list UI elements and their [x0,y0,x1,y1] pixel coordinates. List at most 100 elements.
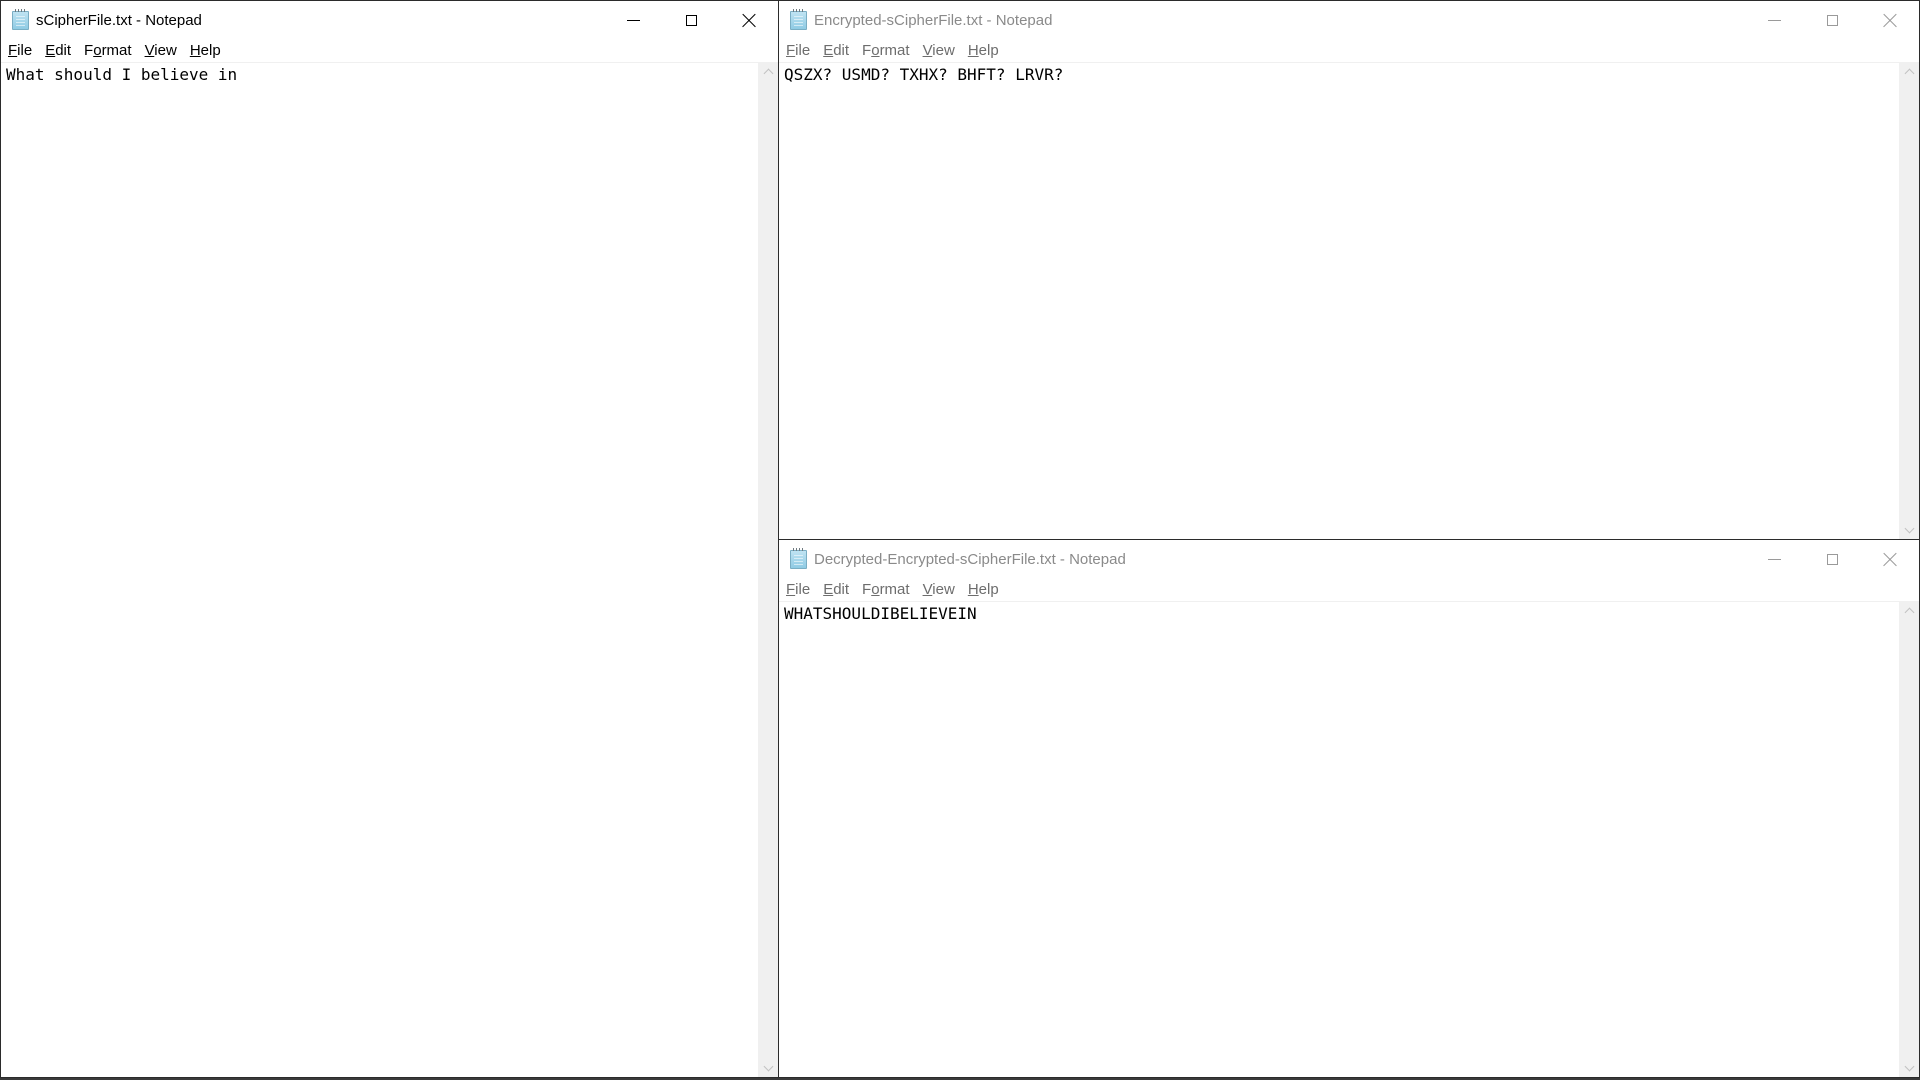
menu-format[interactable]: Format [84,42,132,59]
text-editor[interactable]: WHATSHOULDIBELIEVEIN [779,602,1919,1077]
menu-label: ile [795,42,811,59]
menu-file[interactable]: File [8,42,32,59]
menu-mnemonic: E [45,42,56,59]
minimize-button[interactable] [1745,540,1803,578]
menu-label: F [862,42,872,59]
minimize-button[interactable] [1745,1,1803,39]
menu-file[interactable]: File [786,581,810,598]
notepad-window-encrypted[interactable]: Encrypted-sCipherFile.txt - Notepad File… [778,0,1920,541]
menu-file[interactable]: File [786,42,810,59]
menu-mnemonic: o [871,42,880,59]
close-icon [1883,13,1897,27]
title-bar[interactable]: Decrypted-Encrypted-sCipherFile.txt - No… [779,540,1919,578]
close-button[interactable] [1861,540,1919,578]
scroll-down-button[interactable] [1899,522,1919,539]
menu-label: iew [154,42,177,59]
menu-label: rmat [879,581,910,598]
close-button[interactable] [1861,1,1919,39]
text-editor[interactable]: What should I believe in [1,63,778,1077]
menu-view[interactable]: View [923,581,955,598]
maximize-icon [1826,553,1838,565]
menu-view[interactable]: View [145,42,177,59]
menu-mnemonic: H [967,42,979,59]
maximize-button[interactable] [662,1,720,39]
menu-label: ile [17,42,33,59]
minimize-icon [626,19,640,21]
minimize-icon [1767,19,1781,21]
editor-content[interactable]: WHATSHOULDIBELIEVEIN [784,604,1895,624]
scroll-up-button[interactable] [758,63,778,80]
menu-label: ile [795,581,811,598]
vertical-scrollbar[interactable] [758,63,778,1077]
chevron-up-icon [1904,607,1914,618]
scroll-up-button[interactable] [1899,63,1919,80]
menu-mnemonic: F [786,581,796,598]
close-icon [1883,552,1897,566]
menu-label: rmat [101,42,132,59]
menu-bar: File Edit Format View Help [1,39,778,63]
chevron-up-icon [763,68,773,79]
menu-help[interactable]: Help [968,42,999,59]
close-icon [742,13,756,27]
menu-label: elp [200,42,221,59]
menu-edit[interactable]: Edit [823,42,849,59]
scroll-down-button[interactable] [758,1060,778,1077]
menu-label: iew [932,581,955,598]
notepad-window-original[interactable]: sCipherFile.txt - Notepad File Edit Form… [0,0,779,1078]
menu-view[interactable]: View [923,42,955,59]
menu-bar: File Edit Format View Help [779,39,1919,63]
editor-content[interactable]: What should I believe in [6,65,754,85]
notepad-icon[interactable] [12,8,29,30]
menu-label: iew [932,42,955,59]
maximize-icon [1826,14,1838,26]
maximize-button[interactable] [1803,1,1861,39]
menu-label: F [84,42,94,59]
maximize-icon [685,14,697,26]
window-title: Decrypted-Encrypted-sCipherFile.txt - No… [814,550,1126,568]
menu-label: F [862,581,872,598]
notepad-icon[interactable] [790,8,807,30]
chevron-up-icon [1904,68,1914,79]
menu-label: dit [833,42,850,59]
window-title: sCipherFile.txt - Notepad [36,11,202,29]
menu-label: elp [978,42,999,59]
menu-mnemonic: H [967,581,979,598]
menu-edit[interactable]: Edit [823,581,849,598]
menu-bar: File Edit Format View Help [779,578,1919,602]
maximize-button[interactable] [1803,540,1861,578]
chevron-down-icon [1904,523,1914,534]
menu-mnemonic: V [922,581,933,598]
menu-label: rmat [879,42,910,59]
minimize-icon [1767,558,1781,560]
menu-mnemonic: E [823,581,834,598]
menu-mnemonic: o [93,42,102,59]
menu-mnemonic: V [144,42,155,59]
title-bar[interactable]: Encrypted-sCipherFile.txt - Notepad [779,1,1919,39]
menu-label: elp [978,581,999,598]
title-bar[interactable]: sCipherFile.txt - Notepad [1,1,778,39]
scroll-up-button[interactable] [1899,602,1919,619]
vertical-scrollbar[interactable] [1899,602,1919,1077]
menu-help[interactable]: Help [190,42,221,59]
notepad-window-decrypted[interactable]: Decrypted-Encrypted-sCipherFile.txt - No… [778,539,1920,1078]
editor-content[interactable]: QSZX? USMD? TXHX? BHFT? LRVR? [784,65,1895,85]
menu-format[interactable]: Format [862,42,910,59]
minimize-button[interactable] [604,1,662,39]
close-button[interactable] [720,1,778,39]
menu-edit[interactable]: Edit [45,42,71,59]
chevron-down-icon [1904,1061,1914,1072]
window-title: Encrypted-sCipherFile.txt - Notepad [814,11,1053,29]
notepad-icon[interactable] [790,547,807,569]
menu-mnemonic: E [823,42,834,59]
vertical-scrollbar[interactable] [1899,63,1919,539]
chevron-down-icon [763,1061,773,1072]
menu-mnemonic: o [871,581,880,598]
scroll-down-button[interactable] [1899,1060,1919,1077]
menu-mnemonic: F [786,42,796,59]
menu-help[interactable]: Help [968,581,999,598]
text-editor[interactable]: QSZX? USMD? TXHX? BHFT? LRVR? [779,63,1919,539]
menu-format[interactable]: Format [862,581,910,598]
menu-mnemonic: H [189,42,201,59]
menu-mnemonic: F [8,42,18,59]
menu-mnemonic: V [922,42,933,59]
